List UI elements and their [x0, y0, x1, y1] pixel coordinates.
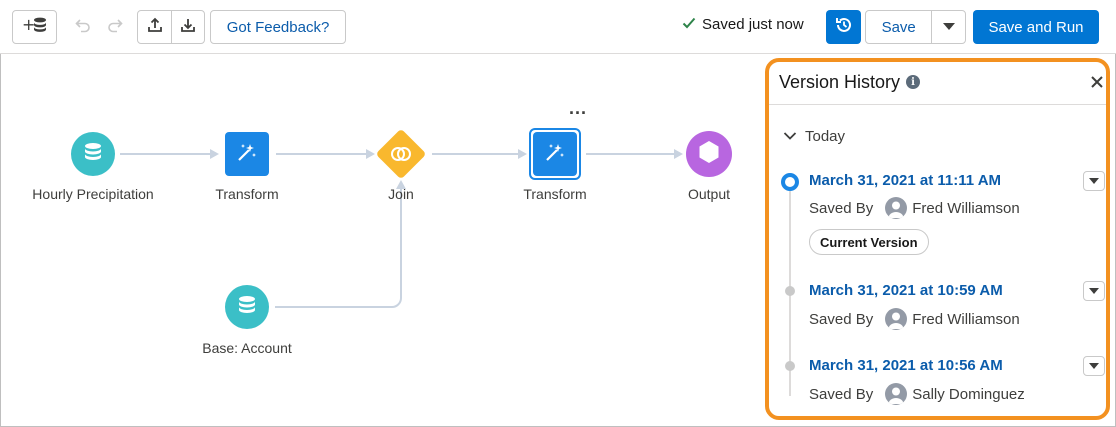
connectors [120, 149, 683, 308]
section-label: Today [805, 128, 846, 145]
saved-by-user: Fred Williamson [912, 199, 1020, 217]
node-label: Transform [523, 186, 587, 202]
upload-icon [147, 17, 163, 38]
panel-title: Version History [779, 72, 901, 92]
save-status-text: Saved just now [702, 16, 804, 33]
version-dot [785, 361, 795, 371]
save-status: Saved just now [682, 16, 804, 33]
current-version-dot [781, 173, 799, 191]
node-menu-icon[interactable]: ... [569, 99, 587, 117]
add-dataset-button[interactable]: + [12, 10, 57, 44]
node-base-account[interactable] [225, 285, 269, 329]
user-avatar-icon [885, 197, 908, 219]
node-label: Transform [215, 186, 279, 202]
node-transform[interactable] [225, 132, 269, 176]
version-history-icon [834, 15, 854, 40]
node-output[interactable] [686, 131, 732, 177]
version-history-button[interactable] [826, 10, 861, 44]
version-saved-by: Saved By Fred Williamson [809, 197, 1020, 219]
info-icon[interactable]: i [906, 75, 920, 89]
undo-icon [75, 17, 91, 38]
save-and-run-button[interactable]: Save and Run [973, 10, 1099, 44]
save-button[interactable]: Save [866, 11, 933, 43]
user-avatar-icon [885, 308, 908, 330]
feedback-button[interactable]: Got Feedback? [210, 10, 346, 44]
version-date-link[interactable]: March 31, 2021 at 10:59 AM [809, 282, 1003, 299]
node-hourly-precipitation[interactable] [71, 132, 115, 176]
version-menu-button[interactable] [1083, 171, 1105, 191]
magic-wand-icon [544, 141, 566, 168]
svg-text:+: + [22, 16, 35, 34]
chevron-down-icon [783, 128, 797, 145]
save-button-group: Save [865, 10, 966, 44]
add-dataset-icon: + [22, 15, 48, 39]
node-label: Hourly Precipitation [32, 186, 154, 202]
panel-header: Version History i [769, 62, 1106, 105]
redo-icon [107, 17, 123, 38]
version-saved-by: Saved By Sally Dominguez [809, 383, 1025, 405]
saved-by-label: Saved By [809, 199, 874, 217]
version-saved-by: Saved By Fred Williamson [809, 308, 1020, 330]
saved-by-user: Sally Dominguez [912, 385, 1025, 403]
close-icon[interactable] [1087, 72, 1106, 92]
node-label: Output [687, 186, 731, 202]
version-menu-button[interactable] [1083, 281, 1105, 301]
section-today[interactable]: Today [783, 128, 845, 145]
saved-by-user: Fred Williamson [912, 310, 1020, 328]
redo-button[interactable] [100, 10, 130, 44]
version-menu-button[interactable] [1083, 356, 1105, 376]
magic-wand-icon [236, 141, 258, 168]
recipe-canvas[interactable]: Hourly Precipitation Transform Join ... [0, 55, 762, 427]
saved-by-label: Saved By [809, 385, 874, 403]
chevron-down-icon [942, 18, 955, 36]
version-history-panel: Version History i Today March 31, 2021 a… [765, 58, 1110, 420]
dataset-icon [84, 142, 102, 167]
dataset-icon [238, 295, 256, 320]
download-button[interactable] [171, 11, 204, 43]
version-date-link[interactable]: March 31, 2021 at 11:11 AM [809, 172, 1001, 189]
node-label: Base: Account [202, 340, 292, 356]
upload-button[interactable] [138, 11, 171, 43]
node-transform-selected[interactable] [533, 132, 577, 176]
hexagon-icon [698, 140, 720, 169]
node-label: Join [388, 186, 414, 202]
import-export-group [137, 10, 205, 44]
undo-button[interactable] [68, 10, 98, 44]
join-icon [390, 146, 412, 162]
check-icon [682, 16, 696, 33]
current-version-badge: Current Version [809, 229, 929, 255]
saved-by-label: Saved By [809, 310, 874, 328]
toolbar: + Got Feedback? Saved just now Save Save… [0, 0, 1116, 54]
user-avatar-icon [885, 383, 908, 405]
save-options-button[interactable] [932, 11, 965, 43]
version-dot [785, 286, 795, 296]
download-icon [180, 17, 196, 38]
version-date-link[interactable]: March 31, 2021 at 10:56 AM [809, 357, 1003, 374]
